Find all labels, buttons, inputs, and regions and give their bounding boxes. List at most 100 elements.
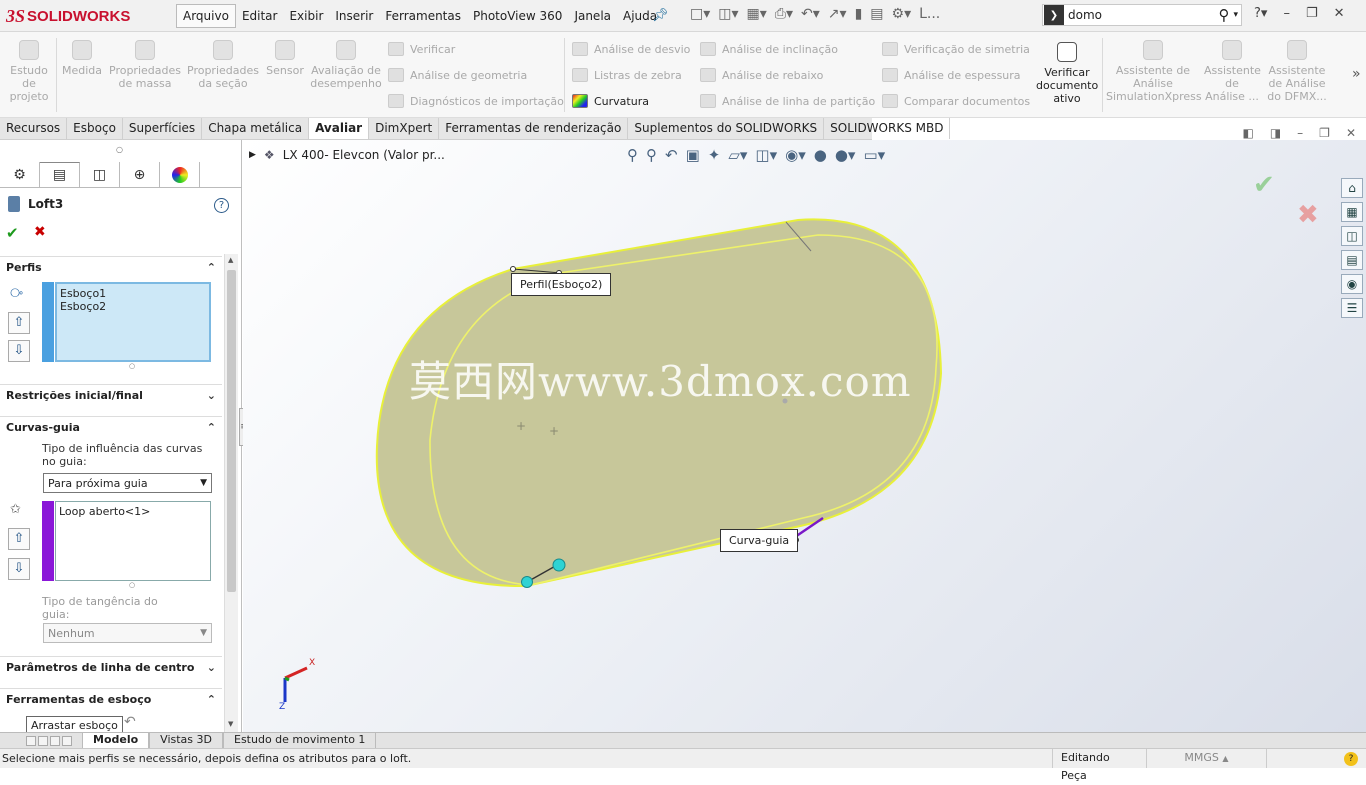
- tab-esboco[interactable]: Esboço: [67, 118, 123, 139]
- search-box[interactable]: ❯ domo ⚲ ▾: [1042, 4, 1242, 26]
- loft-model-svg[interactable]: + +: [243, 140, 1366, 732]
- ribbon-propriedades-secao[interactable]: Propriedades da seção: [186, 40, 260, 90]
- units-status[interactable]: MMGS ▲: [1146, 749, 1266, 768]
- section-esboco-header[interactable]: Ferramentas de esboço ⌃: [0, 688, 222, 710]
- search-input[interactable]: domo: [1068, 8, 1214, 22]
- menu-arquivo[interactable]: Arquivo: [176, 4, 236, 28]
- chevron-up-icon[interactable]: ⌃: [207, 421, 216, 434]
- pin-icon[interactable]: 📌︎: [652, 8, 669, 23]
- ribbon-curvatura[interactable]: Curvatura: [572, 94, 649, 108]
- minimize-icon[interactable]: –: [1283, 6, 1290, 21]
- next-tab-icon[interactable]: [50, 735, 60, 746]
- tile-left-icon[interactable]: ◧: [1242, 126, 1253, 140]
- list-item[interactable]: Loop aberto<1>: [59, 505, 207, 518]
- connector-handle[interactable]: [521, 576, 533, 588]
- tab-dimxpert[interactable]: DimXpert: [369, 118, 440, 139]
- prev-tab-icon[interactable]: [38, 735, 48, 746]
- menu-janela[interactable]: Janela: [568, 5, 617, 27]
- chevron-up-icon[interactable]: ⌃: [207, 693, 216, 706]
- new-document-icon[interactable]: □▾: [690, 6, 710, 22]
- panel-scrollbar[interactable]: ▲ ▼: [224, 254, 238, 732]
- doc-restore-icon[interactable]: ❐: [1319, 126, 1330, 140]
- tab-modelo[interactable]: Modelo: [82, 733, 150, 748]
- ribbon-verificacao-simetria[interactable]: Verificação de simetria: [882, 42, 1030, 56]
- ribbon-analise-desvio[interactable]: Análise de desvio: [572, 42, 690, 56]
- close-icon[interactable]: ✕: [1334, 6, 1345, 21]
- tile-right-icon[interactable]: ◨: [1270, 126, 1281, 140]
- ribbon-comparar-documentos[interactable]: Comparar documentos: [882, 94, 1030, 108]
- tangency-type-select[interactable]: Nenhum ▼: [43, 623, 212, 643]
- undo-icon[interactable]: ↶▾: [801, 6, 820, 22]
- print-icon[interactable]: ⎙▾: [775, 6, 793, 22]
- section-centro-header[interactable]: Parâmetros de linha de centro ⌄: [0, 656, 222, 678]
- last-tab-icon[interactable]: [62, 735, 72, 746]
- section-restricoes-header[interactable]: Restrições inicial/final ⌄: [0, 384, 222, 406]
- scrollbar-thumb[interactable]: [227, 270, 236, 592]
- tab-avaliar[interactable]: Avaliar: [309, 118, 370, 139]
- chevron-down-icon[interactable]: ▾: [1233, 10, 1241, 20]
- select-icon[interactable]: ↗▾: [828, 6, 847, 22]
- panel-drag-handle-icon[interactable]: ○: [116, 145, 123, 154]
- list-item[interactable]: Esboço2: [60, 300, 206, 313]
- command-search-icon[interactable]: ❯: [1044, 5, 1064, 25]
- doc-close-icon[interactable]: ✕: [1346, 126, 1356, 140]
- cancel-x-icon[interactable]: ✖: [34, 224, 46, 240]
- undo-sketch-icon[interactable]: ↶: [124, 714, 136, 730]
- ok-checkmark-icon[interactable]: ✔: [6, 224, 19, 242]
- ribbon-verificar[interactable]: Verificar: [388, 42, 455, 56]
- move-up-button[interactable]: ⇧: [8, 312, 30, 334]
- menu-photoview[interactable]: PhotoView 360: [467, 5, 568, 27]
- tab-feature-tree[interactable]: ⚙: [0, 162, 40, 187]
- ribbon-simulationxpress[interactable]: Assistente de Análise SimulationXpress: [1106, 40, 1202, 103]
- ribbon-analise-rebaixo[interactable]: Análise de rebaixo: [700, 68, 823, 82]
- chevron-down-icon[interactable]: ⌄: [207, 661, 216, 674]
- ribbon-analise-linha-particao[interactable]: Análise de linha de partição: [700, 94, 875, 108]
- ribbon-assistente-analise[interactable]: Assistente de Análise ...: [1204, 40, 1261, 103]
- rebuild-icon[interactable]: ▮: [855, 6, 863, 22]
- ribbon-estudo-projeto[interactable]: Estudo de projeto: [6, 40, 52, 103]
- doc-minimize-icon[interactable]: –: [1297, 126, 1303, 140]
- ribbon-propriedades-massa[interactable]: Propriedades de massa: [108, 40, 182, 90]
- ribbon-medida[interactable]: Medida: [60, 40, 104, 77]
- influence-type-select[interactable]: Para próxima guia ▼: [43, 473, 212, 493]
- callout-profile[interactable]: Perfil(Esboço2): [511, 273, 612, 296]
- ribbon-expand-icon[interactable]: »: [1352, 66, 1361, 82]
- file-properties-icon[interactable]: ▤: [870, 6, 883, 22]
- tab-display-manager[interactable]: [160, 162, 200, 187]
- guide-curves-list[interactable]: Loop aberto<1>: [55, 501, 211, 581]
- menu-exibir[interactable]: Exibir: [283, 5, 329, 27]
- ribbon-analise-geometria[interactable]: Análise de geometria: [388, 68, 527, 82]
- restore-icon[interactable]: ❐: [1306, 6, 1318, 21]
- tab-mbd[interactable]: SOLIDWORKS MBD: [824, 118, 951, 139]
- profiles-list[interactable]: Esboço1 Esboço2: [55, 282, 211, 362]
- list-item[interactable]: Esboço1: [60, 287, 206, 300]
- ribbon-analise-inclinacao[interactable]: Análise de inclinação: [700, 42, 838, 56]
- open-folder-icon[interactable]: ◫▾: [718, 6, 738, 22]
- tab-vistas-3d[interactable]: Vistas 3D: [149, 733, 223, 748]
- help-icon[interactable]: ?: [214, 198, 229, 213]
- chevron-down-icon[interactable]: ⌄: [207, 389, 216, 402]
- tab-dimxpert-manager[interactable]: ⊕: [120, 162, 160, 187]
- tab-chapa-metalica[interactable]: Chapa metálica: [202, 118, 310, 139]
- ribbon-listras-zebra[interactable]: Listras de zebra: [572, 68, 682, 82]
- tab-superficies[interactable]: Superfícies: [123, 118, 203, 139]
- ribbon-sensor[interactable]: Sensor: [264, 40, 306, 77]
- solidworks-logo[interactable]: 3S SOLIDWORKS: [6, 2, 154, 30]
- move-down-button[interactable]: ⇩: [8, 340, 30, 362]
- ribbon-analise-espessura[interactable]: Análise de espessura: [882, 68, 1021, 82]
- menu-inserir[interactable]: Inserir: [329, 5, 379, 27]
- truncated-label[interactable]: L...: [919, 6, 940, 22]
- menu-ferramentas[interactable]: Ferramentas: [379, 5, 467, 27]
- tab-configuration-manager[interactable]: ◫: [80, 162, 120, 187]
- graphics-viewport[interactable]: ▶ ❖ LX 400- Elevcon (Valor pr... ⚲ ⚲ ↶ ▣…: [243, 126, 1366, 732]
- section-curvas-guia-header[interactable]: Curvas-guia ⌃: [0, 416, 222, 438]
- menu-editar[interactable]: Editar: [236, 5, 284, 27]
- guide-move-down-button[interactable]: ⇩: [8, 558, 30, 580]
- save-icon[interactable]: ▦▾: [747, 6, 767, 22]
- tab-estudo-movimento[interactable]: Estudo de movimento 1: [223, 733, 377, 748]
- callout-guide-curve[interactable]: Curva-guia: [720, 529, 799, 552]
- rebuild-status[interactable]: ?: [1266, 749, 1366, 768]
- section-perfis-header[interactable]: Perfis ⌃: [0, 256, 222, 278]
- ribbon-dfmxpress[interactable]: Assistente de Análise do DFMX...: [1264, 40, 1330, 103]
- connector-handle[interactable]: [552, 558, 566, 572]
